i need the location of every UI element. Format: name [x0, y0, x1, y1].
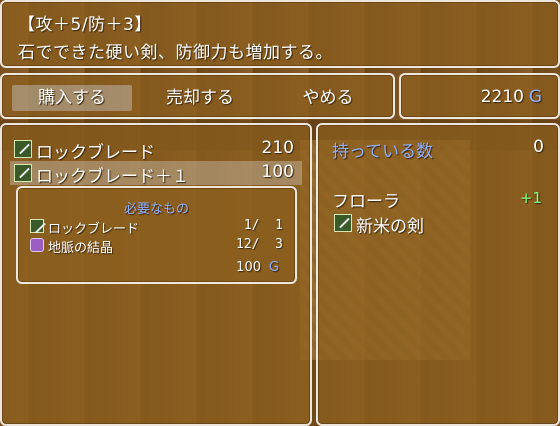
requirement-count: 1/ 1 [236, 218, 283, 233]
list-item[interactable]: ロックブレード 210 [10, 137, 302, 163]
requirement-cost-unit: G [268, 260, 279, 275]
cancel-command[interactable]: やめる [268, 85, 388, 111]
sword-icon [334, 214, 352, 232]
list-item[interactable]: ロックブレード＋１ 100 [10, 161, 302, 187]
stat-change: +1 [519, 189, 542, 207]
possession-label: 持っている数 [332, 142, 434, 162]
requirements-title: 必要なもの [123, 202, 189, 217]
requirement-count: 12/ 3 [236, 237, 283, 252]
status-window: 持っている数 0 フローラ +1 新米の剣 [316, 123, 560, 426]
item-price: 100 [261, 162, 294, 182]
item-name: ロックブレード＋１ [36, 167, 189, 187]
gold-amount: 2210 [480, 87, 524, 107]
requirement-name: ロックブレード [48, 222, 140, 237]
requirement-row: ロックブレード 1/ 1 [28, 218, 283, 237]
requirement-row: 地脈の結晶 12/ 3 [28, 237, 283, 256]
gold-unit: G [528, 87, 542, 107]
help-description: 石でできた硬い剣、防御力も増加する。 [18, 43, 333, 63]
item-price: 210 [261, 138, 294, 158]
command-window: 購入する 売却する やめる [0, 73, 395, 119]
requirement-cost: 100 [236, 260, 261, 275]
item-name: ロックブレード [36, 143, 155, 163]
buy-command[interactable]: 購入する [12, 85, 132, 111]
possession-count: 0 [533, 137, 544, 157]
sword-icon [14, 164, 32, 182]
requirement-name: 地脈の結晶 [48, 241, 114, 256]
sword-icon [30, 219, 44, 233]
help-stats: 【攻＋5/防＋3】 [18, 15, 152, 35]
gold-window: 2210 G [399, 73, 560, 119]
crystal-icon [30, 238, 44, 252]
equipped-item: 新米の剣 [332, 211, 532, 237]
actor-name: フローラ [332, 192, 400, 212]
help-window: 【攻＋5/防＋3】 石でできた硬い剣、防御力も増加する。 [0, 0, 560, 68]
equipped-name: 新米の剣 [356, 217, 424, 237]
requirements-window: 必要なもの ロックブレード 1/ 1 地脈の結晶 12/ 3 100 G [16, 186, 297, 284]
sell-command[interactable]: 売却する [140, 85, 260, 111]
sword-icon [14, 140, 32, 158]
